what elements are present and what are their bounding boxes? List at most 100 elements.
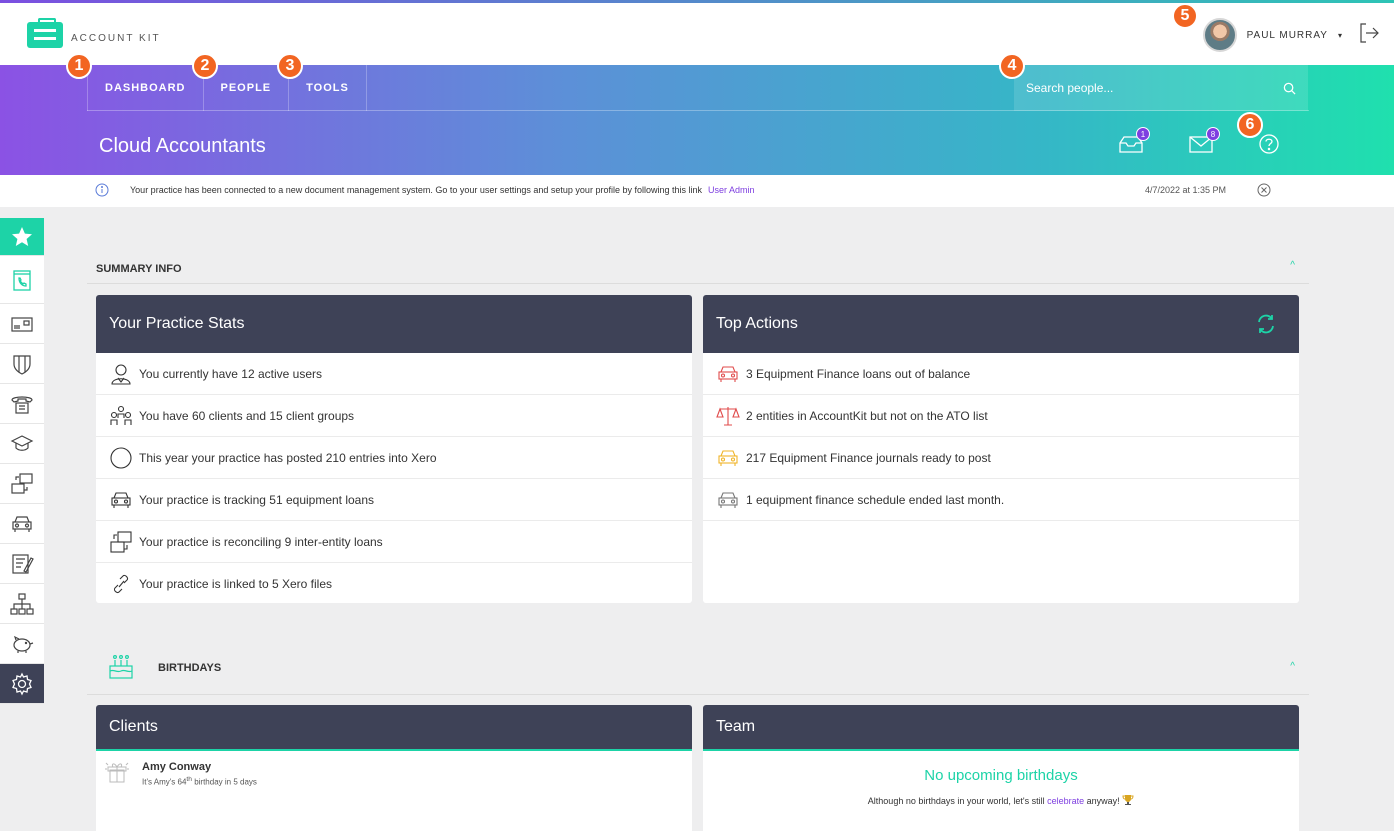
graduation-cap-icon	[10, 434, 34, 451]
empty-state: No upcoming birthdays Although no birthd…	[703, 751, 1299, 806]
page-title: Cloud Accountants	[99, 135, 266, 157]
org-chart-icon	[10, 592, 34, 615]
logout-icon[interactable]	[1358, 22, 1380, 44]
team-birthdays-card: Team No upcoming birthdays Although no b…	[703, 705, 1299, 831]
chevron-down-icon[interactable]: ▾	[1338, 31, 1342, 40]
sidebar-item-hierarchy[interactable]	[0, 584, 44, 624]
transfer-icon	[110, 530, 132, 553]
stat-row: You have 60 clients and 15 client groups	[96, 395, 692, 437]
phone-book-icon	[13, 269, 31, 291]
stat-row: Your practice is linked to 5 Xero files	[96, 563, 692, 603]
star-icon	[12, 226, 32, 246]
client-name[interactable]: Amy Conway	[142, 761, 692, 773]
shield-icon	[13, 354, 31, 375]
card-title: Clients	[96, 705, 692, 751]
birthday-description: It's Amy's 64th birthday in 5 days	[142, 776, 257, 787]
callout-marker-5: 5	[1172, 3, 1198, 29]
circle-icon	[110, 446, 132, 469]
action-row[interactable]: 2 entities in AccountKit but not on the …	[703, 395, 1299, 437]
stat-row: Your practice is tracking 51 equipment l…	[96, 479, 692, 521]
callout-marker-4: 4	[999, 53, 1025, 79]
sidebar-item-transfer[interactable]	[0, 464, 44, 504]
info-icon	[95, 183, 109, 197]
notice-message: Your practice has been connected to a ne…	[130, 185, 755, 195]
inbox-button[interactable]: 1	[1118, 127, 1150, 155]
search-input[interactable]	[1026, 81, 1283, 95]
messages-button[interactable]: 8	[1188, 127, 1220, 155]
close-icon[interactable]	[1257, 183, 1271, 197]
empty-state-message: Although no birthdays in your world, let…	[703, 794, 1299, 806]
callout-marker-3: 3	[277, 53, 303, 79]
collapse-icon[interactable]: ^	[1290, 260, 1295, 271]
card-title: Your Practice Stats	[96, 295, 692, 353]
collapse-icon[interactable]: ^	[1290, 661, 1295, 672]
car-icon	[718, 491, 738, 508]
practice-stats-card: Your Practice Stats You currently have 1…	[96, 295, 692, 603]
action-row[interactable]: 1 equipment finance schedule ended last …	[703, 479, 1299, 521]
sidebar-item-favorites[interactable]	[0, 218, 44, 256]
notice-timestamp: 4/7/2022 at 1:35 PM	[1145, 185, 1227, 195]
stat-row: Your practice is reconciling 9 inter-ent…	[96, 521, 692, 563]
sidebar-item-contacts[interactable]	[0, 256, 44, 304]
car-icon	[111, 491, 131, 508]
help-icon[interactable]	[1258, 133, 1280, 155]
callout-marker-6: 6	[1237, 112, 1263, 138]
briefcase-logo-icon	[27, 18, 63, 48]
sidebar-item-cards[interactable]	[0, 304, 44, 344]
id-card-icon	[11, 316, 33, 332]
celebrate-link[interactable]: celebrate	[1047, 796, 1084, 806]
app-logo[interactable]: ACCOUNT KIT	[27, 18, 161, 48]
nav-dashboard[interactable]: DASHBOARD	[87, 65, 203, 111]
link-icon	[113, 574, 129, 594]
birthday-cake-icon	[109, 654, 133, 679]
user-menu[interactable]: PAUL MURRAY ▾	[1202, 18, 1342, 52]
messages-count-badge: 8	[1206, 127, 1220, 141]
stat-row: You currently have 12 active users	[96, 353, 692, 395]
birthdays-section-header: BIRTHDAYS ^	[87, 650, 1309, 695]
user-name[interactable]: PAUL MURRAY	[1247, 30, 1328, 41]
car-icon	[718, 449, 738, 466]
top-actions-card: Top Actions 3 Equipment Finance loans ou…	[703, 295, 1299, 603]
inbox-count-badge: 1	[1136, 127, 1150, 141]
refresh-icon[interactable]	[1255, 313, 1277, 335]
group-icon	[110, 405, 132, 425]
search-box	[1014, 65, 1308, 111]
notice-bar: Your practice has been connected to a ne…	[0, 175, 1394, 207]
sidebar-item-phone[interactable]	[0, 384, 44, 424]
sidebar-item-vehicles[interactable]	[0, 504, 44, 544]
telephone-icon	[11, 395, 33, 414]
sidebar-item-education[interactable]	[0, 424, 44, 464]
sidebar-item-shield[interactable]	[0, 344, 44, 384]
left-sidebar	[0, 218, 44, 704]
summary-section-header: SUMMARY INFO ^	[87, 254, 1309, 284]
empty-state-title: No upcoming birthdays	[924, 767, 1078, 784]
trophy-icon	[1122, 795, 1134, 805]
section-title: SUMMARY INFO	[96, 263, 182, 275]
piggy-bank-icon	[13, 635, 34, 653]
clients-birthdays-card: Clients Amy Conway It's Amy's 64th birth…	[96, 705, 692, 831]
car-icon	[718, 365, 738, 382]
card-title: Top Actions	[703, 295, 1299, 353]
gift-icon	[105, 762, 129, 783]
stat-row: This year your practice has posted 210 e…	[96, 437, 692, 479]
section-title: BIRTHDAYS	[158, 662, 222, 674]
gear-icon	[12, 672, 32, 695]
user-icon	[111, 363, 131, 385]
transfer-screens-icon	[11, 472, 33, 494]
action-row[interactable]: 217 Equipment Finance journals ready to …	[703, 437, 1299, 479]
document-edit-icon	[12, 553, 34, 574]
avatar[interactable]	[1202, 18, 1237, 52]
header-band: DASHBOARD PEOPLE TOOLS Cloud Accountants…	[0, 65, 1394, 175]
sidebar-item-settings[interactable]	[0, 664, 44, 704]
sidebar-item-savings[interactable]	[0, 624, 44, 664]
list-item[interactable]: Amy Conway It's Amy's 64th birthday in 5…	[96, 751, 692, 811]
logo-text: ACCOUNT KIT	[71, 32, 161, 44]
action-row[interactable]: 3 Equipment Finance loans out of balance	[703, 353, 1299, 395]
callout-marker-2: 2	[192, 53, 218, 79]
user-admin-link[interactable]: User Admin	[708, 185, 755, 195]
sidebar-item-documents[interactable]	[0, 544, 44, 584]
callout-marker-1: 1	[66, 53, 92, 79]
car-icon	[12, 515, 32, 532]
search-icon[interactable]	[1283, 82, 1296, 95]
card-title: Team	[703, 705, 1299, 751]
